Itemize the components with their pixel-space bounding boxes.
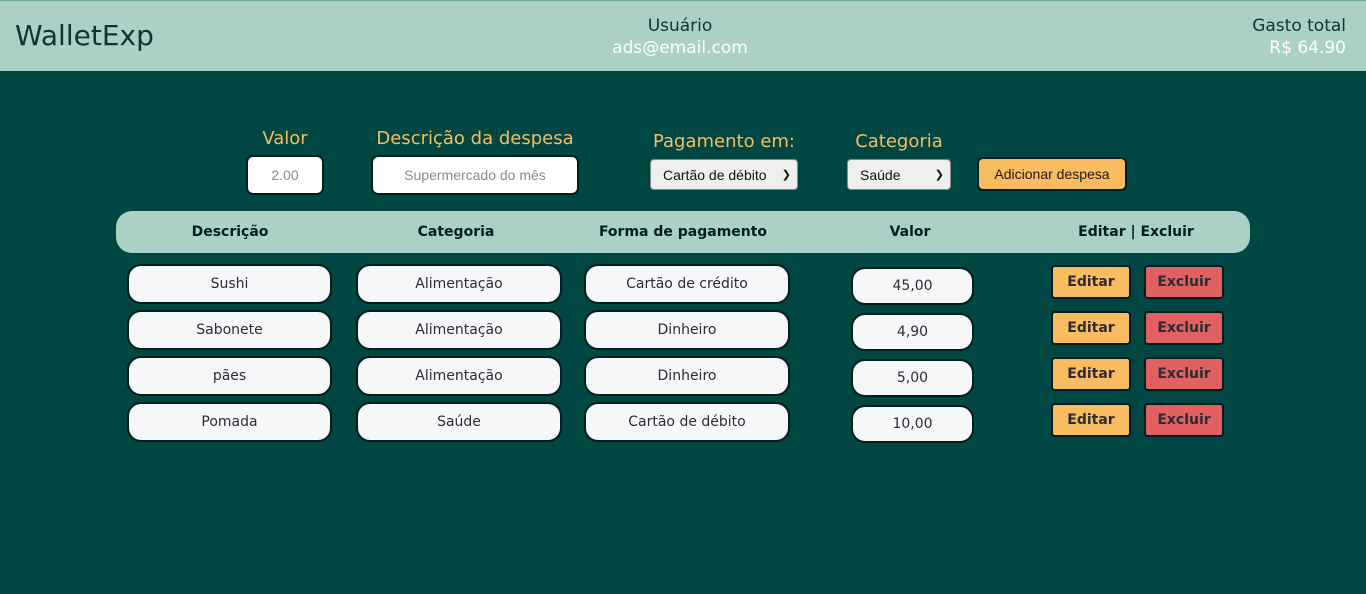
row-pagamento: Dinheiro xyxy=(584,310,790,350)
row-valor: 4,90 xyxy=(851,313,974,351)
row-categoria: Alimentação xyxy=(356,264,562,304)
add-expense-button[interactable]: Adicionar despesa xyxy=(977,157,1127,191)
edit-button[interactable]: Editar xyxy=(1051,403,1131,437)
edit-button[interactable]: Editar xyxy=(1051,265,1131,299)
row-categoria: Saúde xyxy=(356,402,562,442)
header-valor: Valor xyxy=(889,224,931,240)
valor-label: Valor xyxy=(262,128,308,149)
header-editar-excluir: Editar | Excluir xyxy=(1078,224,1194,240)
row-categoria: Alimentação xyxy=(356,356,562,396)
top-header: WalletExp Usuário ads@email.com Gasto to… xyxy=(0,0,1366,71)
total-spent: Gasto total R$ 64.90 xyxy=(1252,15,1346,59)
categoria-label: Categoria xyxy=(855,131,943,152)
delete-button[interactable]: Excluir xyxy=(1144,265,1224,299)
delete-button[interactable]: Excluir xyxy=(1144,311,1224,345)
app-logo: WalletExp xyxy=(15,19,154,52)
row-descricao: Sushi xyxy=(127,264,332,304)
table-header: Descrição Categoria Forma de pagamento V… xyxy=(116,211,1250,253)
total-title: Gasto total xyxy=(1252,16,1346,36)
edit-button[interactable]: Editar xyxy=(1051,357,1131,391)
row-pagamento: Dinheiro xyxy=(584,356,790,396)
header-pagamento: Forma de pagamento xyxy=(598,224,768,240)
pagamento-selected: Cartão de débito xyxy=(663,166,767,183)
categoria-select[interactable]: Saúde ❯ xyxy=(847,159,951,190)
header-descricao: Descrição xyxy=(191,224,269,240)
row-valor: 5,00 xyxy=(851,359,974,397)
valor-input[interactable]: 2.00 xyxy=(246,155,324,195)
row-descricao: Sabonete xyxy=(127,310,332,350)
header-categoria: Categoria xyxy=(417,224,495,240)
categoria-selected: Saúde xyxy=(860,166,901,183)
descricao-label: Descrição da despesa xyxy=(376,128,574,149)
row-valor: 45,00 xyxy=(851,267,974,305)
user-title: Usuário xyxy=(647,16,713,36)
pagamento-select[interactable]: Cartão de débito ❯ xyxy=(650,159,798,190)
row-pagamento: Cartão de débito xyxy=(584,402,790,442)
row-descricao: pães xyxy=(127,356,332,396)
row-valor: 10,00 xyxy=(851,405,974,443)
edit-button[interactable]: Editar xyxy=(1051,311,1131,345)
row-categoria: Alimentação xyxy=(356,310,562,350)
chevron-down-icon: ❯ xyxy=(934,169,944,181)
chevron-down-icon: ❯ xyxy=(781,169,791,181)
row-descricao: Pomada xyxy=(127,402,332,442)
pagamento-label: Pagamento em: xyxy=(652,131,795,152)
delete-button[interactable]: Excluir xyxy=(1144,357,1224,391)
delete-button[interactable]: Excluir xyxy=(1144,403,1224,437)
row-pagamento: Cartão de crédito xyxy=(584,264,790,304)
total-value: R$ 64.90 xyxy=(1269,38,1346,58)
user-info: Usuário ads@email.com xyxy=(560,15,800,59)
user-email: ads@email.com xyxy=(612,38,748,58)
descricao-input[interactable]: Supermercado do mês xyxy=(371,155,579,195)
